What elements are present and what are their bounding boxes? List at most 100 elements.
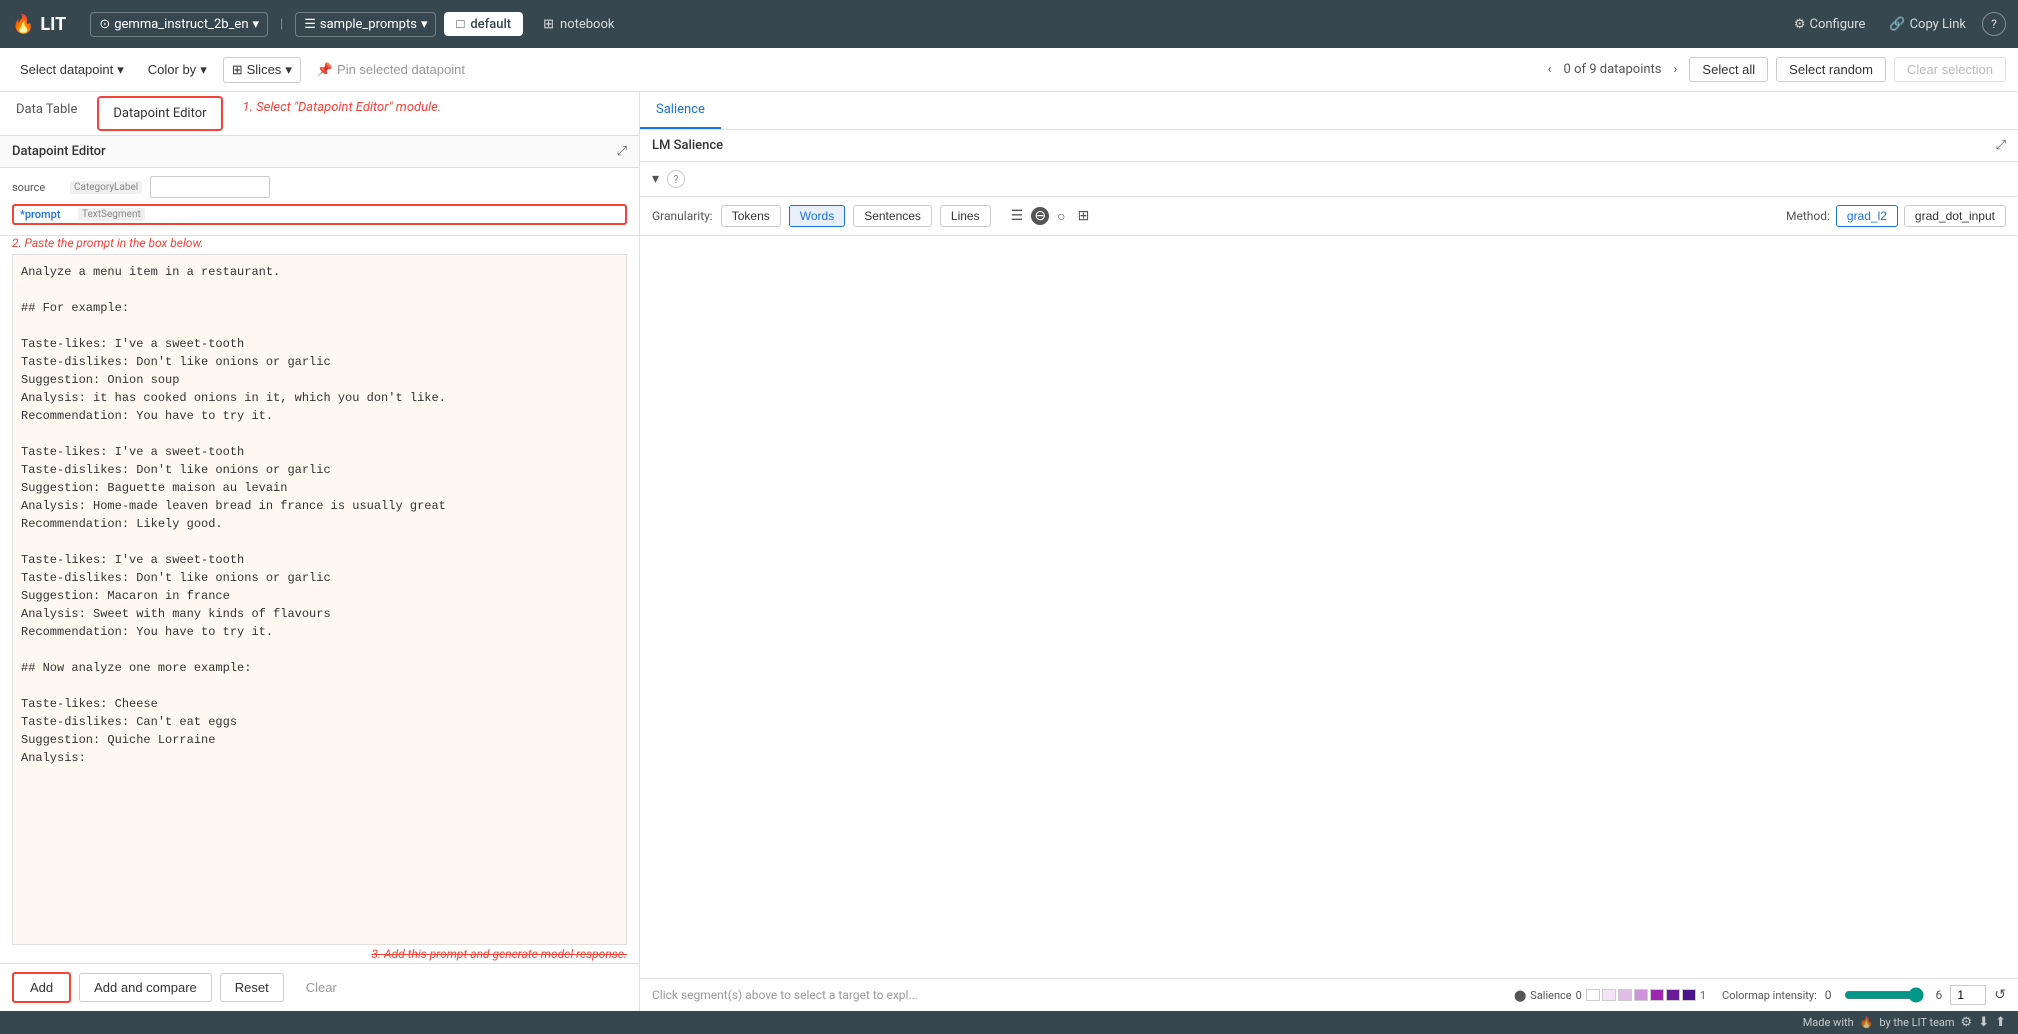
select-datapoint-button[interactable]: Select datapoint ▾ [12,58,132,82]
salience-max: 1 [1700,989,1706,1002]
tab-salience[interactable]: Salience [640,92,721,129]
list-view-icon[interactable]: ☰ [1007,206,1028,226]
lines-label: Lines [951,209,980,223]
instruction-3-text: 3. Add this prompt and generate model re… [372,947,628,961]
salience-icon: ⬤ [1514,989,1526,1002]
salience-label: Salience [1530,989,1571,1002]
lm-salience-expand-icon[interactable]: ⤢ [1996,138,2006,153]
copy-link-button[interactable]: 🔗 Copy Link [1881,13,1974,36]
grid-view-icon[interactable]: ⊞ [1074,206,1094,226]
source-field-row: source CategoryLabel [12,176,627,198]
tab-datapoint-editor[interactable]: Datapoint Editor [97,96,222,131]
tab-data-table[interactable]: Data Table [0,92,93,135]
tab-default[interactable]: □ default [444,12,523,36]
source-field-label: source [12,181,62,194]
granularity-row: Granularity: Tokens Words Sentences Line… [640,197,2018,236]
refresh-icon[interactable]: ↺ [1994,987,2006,1003]
salience-dropdown-icon[interactable]: ▾ [652,171,659,187]
app-title: LIT [40,14,66,35]
clear-selection-label: Clear selection [1907,62,1993,77]
select-all-button[interactable]: Select all [1689,57,1768,82]
colormap-label: Colormap intensity: [1722,989,1817,1002]
status-text: Click segment(s) above to select a targe… [652,988,1506,1002]
made-with-text: Made with [1803,1016,1854,1029]
prev-datapoint-button[interactable]: ‹ [1544,60,1556,79]
footer-settings-icon[interactable]: ⚙ [1961,1015,1973,1030]
app-header: 🔥 LIT ⊙ gemma_instruct_2b_en ▾ | ☰ sampl… [0,0,2018,48]
lines-button[interactable]: Lines [940,205,991,227]
granularity-label: Granularity: [652,209,713,223]
slices-icon: ⊞ [232,62,243,78]
prompt-textarea[interactable]: Analyze a menu item in a restaurant. ## … [12,254,627,945]
help-icon-text: ? [673,173,678,186]
scale-box-6 [1666,989,1680,1001]
select-all-label: Select all [1702,62,1755,77]
help-button[interactable]: ? [1982,12,2006,36]
color-by-button[interactable]: Color by ▾ [140,58,215,82]
slices-button[interactable]: ⊞ Slices ▾ [223,57,301,83]
select-datapoint-label: Select datapoint [20,62,113,77]
default-tab-label: default [470,17,511,32]
configure-button[interactable]: ⚙ Configure [1786,13,1874,36]
configure-icon: ⚙ [1794,17,1806,32]
source-field-input[interactable] [150,176,270,198]
pin-label: Pin selected datapoint [337,62,465,77]
add-button[interactable]: Add [12,972,71,1003]
lm-salience-title: LM Salience [652,138,723,153]
copy-link-label: Copy Link [1910,17,1966,32]
words-button[interactable]: Words [789,205,845,227]
dataset-selector[interactable]: ☰ sample_prompts ▾ [295,12,436,37]
tab-notebook[interactable]: ⊞ notebook [531,13,626,36]
instruction-2-text: 2. Paste the prompt in the box below. [12,236,204,250]
model-selector[interactable]: ⊙ gemma_instruct_2b_en ▾ [90,12,268,37]
spinner-input[interactable] [1950,985,1986,1005]
circle-view-icon[interactable]: ⊖ [1031,207,1049,225]
app-logo: 🔥 LIT [12,14,66,35]
tokens-button[interactable]: Tokens [721,205,781,227]
add-compare-label: Add and compare [94,980,197,995]
pin-button[interactable]: 📌 Pin selected datapoint [309,58,473,82]
next-datapoint-button[interactable]: › [1670,60,1682,79]
instruction-2: 2. Paste the prompt in the box below. [0,236,639,254]
dataset-dropdown-icon: ▾ [421,17,428,32]
datapoint-editor-panel-header: Datapoint Editor ⤢ [0,136,639,168]
scale-box-7 [1682,989,1696,1001]
add-compare-button[interactable]: Add and compare [79,973,212,1002]
notebook-tab-label: notebook [560,17,614,32]
clear-label: Clear [306,980,337,995]
footer-download-icon[interactable]: ⬇ [1978,1015,1989,1030]
colormap-slider[interactable] [1844,987,1924,1003]
grad-l2-button[interactable]: grad_l2 [1836,205,1898,227]
salience-min: 0 [1576,989,1582,1002]
clear-selection-button[interactable]: Clear selection [1894,57,2006,82]
footer-share-icon[interactable]: ⬆ [1995,1015,2006,1030]
sentences-button[interactable]: Sentences [853,205,932,227]
instruction-3: 3. Add this prompt and generate model re… [0,945,639,963]
scale-boxes [1586,989,1696,1001]
prompt-field-row: *prompt TextSegment [12,204,627,225]
toggle-view-icon[interactable]: ○ [1053,206,1069,227]
lm-salience-header: LM Salience ⤢ [640,130,2018,162]
toolbar: Select datapoint ▾ Color by ▾ ⊞ Slices ▾… [0,48,2018,92]
help-icon: ? [1991,17,1997,31]
tokens-label: Tokens [732,209,770,223]
source-type-badge: CategoryLabel [70,181,142,194]
salience-content-area [640,236,2018,978]
flame-icon: 🔥 [12,14,34,35]
slices-dropdown-icon: ▾ [285,62,292,78]
notebook-tab-icon: ⊞ [543,17,554,32]
scale-box-1 [1586,989,1600,1001]
grad-dot-input-label: grad_dot_input [1915,209,1995,223]
salience-help-icon[interactable]: ? [667,170,685,188]
expand-icon[interactable]: ⤢ [617,144,627,159]
link-icon: 🔗 [1889,17,1905,32]
clear-button[interactable]: Clear [292,974,351,1001]
select-random-button[interactable]: Select random [1776,57,1886,82]
grad-dot-input-button[interactable]: grad_dot_input [1904,205,2006,227]
datapoint-editor-tab-label: Datapoint Editor [113,106,206,121]
reset-button[interactable]: Reset [220,973,284,1002]
color-by-dropdown-icon: ▾ [200,62,207,78]
prompt-field-label: *prompt [20,208,70,221]
default-tab-icon: □ [456,16,464,32]
action-bar: Add Add and compare Reset Clear [0,963,639,1011]
